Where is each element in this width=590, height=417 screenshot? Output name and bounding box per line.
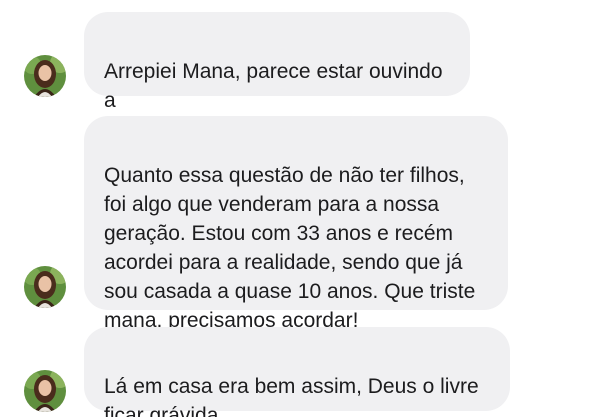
avatar[interactable] <box>24 266 66 308</box>
avatar-photo-icon <box>24 55 66 97</box>
message-bubble: Lá em casa era bem assim, Deus o livre f… <box>84 327 510 417</box>
avatar[interactable] <box>24 55 66 97</box>
comment-thread: Arrepiei Mana, parece estar ouvindo a mi… <box>0 0 590 417</box>
message-bubble: Quanto essa questão de não ter filhos, f… <box>84 116 508 332</box>
message-bubble: Arrepiei Mana, parece estar ouvindo a mi… <box>84 12 470 141</box>
message-text: Lá em casa era bem assim, Deus o livre f… <box>104 375 479 417</box>
avatar-photo-icon <box>24 370 66 412</box>
avatar[interactable] <box>24 370 66 412</box>
message-text: Quanto essa questão de não ter filhos, f… <box>104 164 476 332</box>
avatar-photo-icon <box>24 266 66 308</box>
